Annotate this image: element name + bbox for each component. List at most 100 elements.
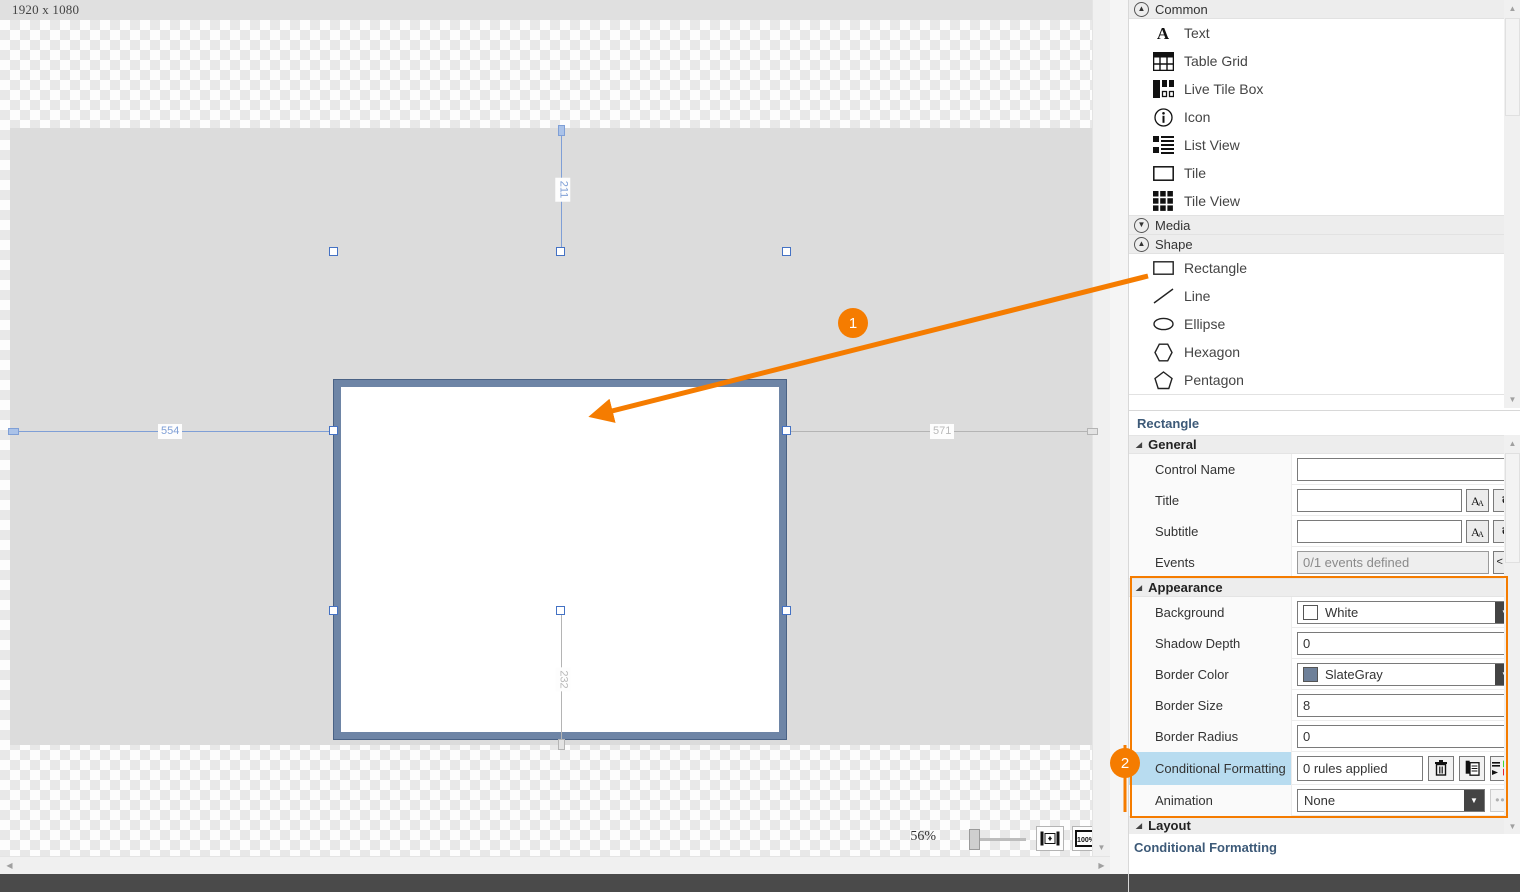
property-label: Background bbox=[1129, 596, 1292, 628]
section-header-general[interactable]: ◢ General bbox=[1129, 435, 1520, 454]
property-row-border-radius: Border Radius 0 bbox=[1129, 720, 1520, 752]
toolbox-item-table-grid[interactable]: Table Grid bbox=[1129, 47, 1520, 75]
selection-handle-bottom-center[interactable] bbox=[556, 606, 565, 615]
design-canvas-pane[interactable]: 1920 x 1080 211 554 571 232 56% 100% ▼ ◀… bbox=[0, 0, 1128, 892]
toolbox-item-line[interactable]: Line bbox=[1129, 282, 1520, 310]
canvas-bottom-bar bbox=[0, 874, 1128, 892]
toolbox-scroll-up-icon[interactable]: ▲ bbox=[1504, 0, 1520, 17]
properties-scroll-thumb[interactable] bbox=[1505, 453, 1520, 563]
selection-handle-top-right[interactable] bbox=[782, 247, 791, 256]
ellipse-icon bbox=[1151, 313, 1175, 335]
tile-icon bbox=[1151, 162, 1175, 184]
title-font-button[interactable]: AA bbox=[1466, 488, 1489, 512]
toolbox-scroll-down-icon[interactable]: ▼ bbox=[1504, 391, 1520, 408]
shadow-depth-input[interactable]: 0 bbox=[1297, 631, 1516, 655]
triangle-expanded-icon: ◢ bbox=[1136, 583, 1143, 592]
toolbox-item-tile-view[interactable]: Tile View bbox=[1129, 187, 1520, 215]
guide-label-top: 211 bbox=[555, 177, 571, 202]
toolbox-group-label: Common bbox=[1155, 1, 1208, 17]
selection-handle-bottom-right[interactable] bbox=[782, 606, 791, 615]
toolbox-common-items: A Text Table Grid Live Tile Box Icon Lis… bbox=[1129, 19, 1520, 216]
property-row-border-size: Border Size 8 bbox=[1129, 689, 1520, 721]
toolbox-item-label: Line bbox=[1184, 288, 1211, 304]
zoom-toolbar: 56% 100% bbox=[0, 818, 1110, 856]
info-circle-icon bbox=[1151, 106, 1175, 128]
zoom-slider-thumb[interactable] bbox=[969, 829, 980, 850]
selection-handle-middle-left[interactable] bbox=[329, 426, 338, 435]
toolbox-item-pentagon[interactable]: Pentagon bbox=[1129, 366, 1520, 394]
toolbox-item-live-tile-box[interactable]: Live Tile Box bbox=[1129, 75, 1520, 103]
delete-rules-button[interactable] bbox=[1428, 755, 1454, 781]
selection-handle-bottom-left[interactable] bbox=[329, 606, 338, 615]
triangle-expanded-icon: ◢ bbox=[1136, 821, 1143, 830]
font-aa-icon: AA bbox=[1471, 525, 1484, 538]
properties-scrollbar[interactable]: ▲ ▼ bbox=[1504, 435, 1520, 835]
svg-text:A: A bbox=[1478, 499, 1484, 507]
animation-value: None bbox=[1304, 792, 1336, 808]
property-label: Border Color bbox=[1129, 658, 1292, 690]
right-panel-bottom-bar bbox=[1129, 874, 1520, 892]
control-name-input[interactable] bbox=[1297, 457, 1516, 481]
toolbox-item-list-view[interactable]: List View bbox=[1129, 131, 1520, 159]
toolbox-item-text[interactable]: A Text bbox=[1129, 19, 1520, 47]
properties-scroll-down-icon[interactable]: ▼ bbox=[1504, 818, 1520, 835]
fit-to-screen-icon bbox=[1040, 831, 1060, 846]
zoom-percent-label: 56% bbox=[910, 829, 936, 844]
toolbox-item-hexagon[interactable]: Hexagon bbox=[1129, 338, 1520, 366]
toolbox-item-ellipse[interactable]: Ellipse bbox=[1129, 310, 1520, 338]
toolbox-scrollbar[interactable]: ▲ ▼ bbox=[1504, 0, 1520, 408]
subtitle-input[interactable] bbox=[1297, 519, 1462, 543]
subtitle-font-button[interactable]: AA bbox=[1466, 519, 1489, 543]
border-size-input[interactable]: 8 bbox=[1297, 693, 1516, 717]
copy-rules-button[interactable] bbox=[1459, 755, 1485, 781]
property-row-shadow-depth: Shadow Depth 0 bbox=[1129, 627, 1520, 659]
toolbox-scroll-thumb[interactable] bbox=[1505, 18, 1520, 116]
toolbox-shape-items: Rectangle Line Ellipse Hexagon Pentagon bbox=[1129, 254, 1520, 395]
scroll-right-arrow-icon[interactable]: ▶ bbox=[1093, 857, 1110, 874]
right-panel: ▲ Common A Text Table Grid Live Tile Box… bbox=[1128, 0, 1520, 892]
background-color-dropdown[interactable]: White ▼ bbox=[1297, 600, 1516, 624]
toolbox-item-label: Table Grid bbox=[1184, 53, 1248, 69]
animation-dropdown[interactable]: None ▼ bbox=[1297, 788, 1485, 812]
toolbox-group-media[interactable]: ▼ Media bbox=[1129, 216, 1520, 235]
selection-handle-top-left[interactable] bbox=[329, 247, 338, 256]
scroll-down-arrow-icon[interactable]: ▼ bbox=[1093, 839, 1110, 856]
canvas-horizontal-scrollbar[interactable]: ◀ ▶ bbox=[0, 856, 1110, 874]
selection-handle-top-center[interactable] bbox=[556, 247, 565, 256]
property-row-subtitle: Subtitle AA bbox=[1129, 515, 1520, 547]
canvas-header: 1920 x 1080 bbox=[0, 0, 1110, 20]
toolbox-group-shape[interactable]: ▲ Shape bbox=[1129, 235, 1520, 254]
section-header-appearance[interactable]: ◢ Appearance bbox=[1129, 578, 1520, 597]
properties-scroll-up-icon[interactable]: ▲ bbox=[1504, 435, 1520, 452]
conditional-formatting-value[interactable]: 0 rules applied bbox=[1297, 755, 1423, 781]
zoom-slider-track[interactable] bbox=[972, 838, 1026, 841]
section-header-layout[interactable]: ◢ Layout bbox=[1129, 816, 1520, 835]
scroll-left-arrow-icon[interactable]: ◀ bbox=[1, 857, 18, 874]
hexagon-icon bbox=[1151, 341, 1175, 363]
property-row-animation: Animation None ▼ ••• bbox=[1129, 784, 1520, 816]
copy-icon bbox=[1465, 760, 1480, 776]
toolbox-item-rectangle[interactable]: Rectangle bbox=[1129, 254, 1520, 282]
chevron-down-icon[interactable]: ▼ bbox=[1464, 789, 1484, 811]
svg-text:A: A bbox=[1478, 530, 1484, 538]
triangle-expanded-icon: ◢ bbox=[1136, 440, 1143, 449]
property-label: Border Radius bbox=[1129, 720, 1292, 752]
guide-cap-bottom bbox=[558, 739, 565, 750]
border-color-dropdown[interactable]: SlateGray ▼ bbox=[1297, 662, 1516, 686]
fit-to-screen-button[interactable] bbox=[1036, 826, 1064, 851]
font-aa-icon: AA bbox=[1471, 494, 1484, 507]
guide-label-left: 554 bbox=[158, 424, 183, 439]
property-row-events: Events 0/1 events defined < > bbox=[1129, 546, 1520, 578]
toolbox-group-common[interactable]: ▲ Common bbox=[1129, 0, 1520, 19]
toolbox-item-icon[interactable]: Icon bbox=[1129, 103, 1520, 131]
border-color-value: SlateGray bbox=[1325, 666, 1383, 682]
toolbox-item-tile[interactable]: Tile bbox=[1129, 159, 1520, 187]
artboard[interactable]: 211 554 571 232 bbox=[8, 125, 1098, 750]
title-input[interactable] bbox=[1297, 488, 1462, 512]
border-color-swatch bbox=[1303, 666, 1318, 682]
callout-badge-2: 2 bbox=[1110, 748, 1140, 778]
properties-panel: Rectangle ◢ General Control Name Title A… bbox=[1129, 410, 1520, 892]
border-radius-input[interactable]: 0 bbox=[1297, 724, 1516, 748]
selection-handle-middle-right[interactable] bbox=[782, 426, 791, 435]
property-row-title: Title AA bbox=[1129, 484, 1520, 516]
